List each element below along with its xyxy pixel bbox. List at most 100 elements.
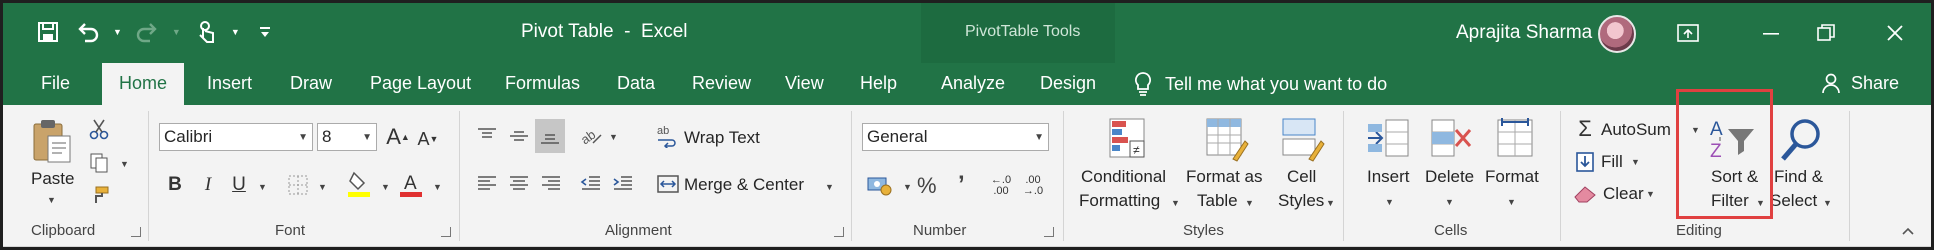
tab-design[interactable]: Design [1040,73,1096,94]
orientation-dropdown-icon[interactable]: ▼ [609,132,618,142]
wrap-text-icon[interactable]: ab [655,121,681,151]
borders-icon[interactable] [286,173,310,197]
clear-label[interactable]: Clear [1603,184,1644,204]
top-align-icon[interactable] [473,121,501,151]
fill-dropdown-icon[interactable]: ▼ [1631,157,1640,167]
conditional-formatting-label-1[interactable]: Conditional [1081,167,1166,187]
bottom-align-icon[interactable] [535,119,565,153]
font-launcher-icon[interactable] [441,227,451,237]
tab-page-layout[interactable]: Page Layout [370,73,471,94]
paste-dropdown-icon[interactable]: ▼ [47,195,56,205]
merge-center-icon[interactable] [655,169,681,199]
minimize-icon[interactable] [1751,17,1791,49]
font-name-box[interactable]: Calibri ▼ [159,123,313,151]
conditional-formatting-dropdown-icon[interactable]: ▼ [1171,198,1180,208]
copy-dropdown-icon[interactable]: ▼ [120,159,129,169]
italic-icon[interactable]: I [196,171,220,199]
copy-icon[interactable] [87,151,111,175]
align-center-icon[interactable] [505,169,533,199]
format-cells-label[interactable]: Format [1485,167,1539,187]
tab-view[interactable]: View [785,73,824,94]
format-as-table-label-1[interactable]: Format as [1186,167,1263,187]
increase-font-size-icon[interactable]: A ▲ [385,123,411,151]
delete-cells-label[interactable]: Delete [1425,167,1474,187]
cell-styles-label-1[interactable]: Cell [1287,167,1316,187]
font-size-dropdown-icon[interactable]: ▼ [362,132,372,143]
increase-indent-icon[interactable] [609,169,637,199]
undo-icon[interactable] [73,17,103,47]
restore-icon[interactable] [1806,17,1846,49]
decrease-decimal-icon[interactable]: .00 →.0 [1020,171,1046,201]
insert-cells-dropdown-icon[interactable]: ▼ [1385,197,1394,207]
insert-cells-label[interactable]: Insert [1367,167,1410,187]
format-as-table-icon[interactable] [1202,113,1250,165]
tab-formulas[interactable]: Formulas [505,73,580,94]
alignment-launcher-icon[interactable] [834,227,844,237]
conditional-formatting-label-2[interactable]: Formatting [1079,191,1160,211]
align-left-icon[interactable] [473,169,501,199]
format-as-table-label-2[interactable]: Table [1197,191,1238,211]
tab-analyze[interactable]: Analyze [941,73,1005,94]
wrap-text-label[interactable]: Wrap Text [684,128,760,148]
increase-decimal-icon[interactable]: ←.0 .00 [988,171,1014,201]
touch-dropdown-icon[interactable]: ▼ [231,27,240,37]
merge-center-label[interactable]: Merge & Center [684,175,804,195]
find-select-label-2[interactable]: Select [1770,191,1817,211]
paste-icon[interactable] [27,115,77,167]
tab-draw[interactable]: Draw [290,73,332,94]
user-name[interactable]: Aprajita Sharma [1456,22,1592,44]
comma-style-icon[interactable]: ’ [958,171,965,199]
cell-styles-icon[interactable] [1278,113,1326,165]
eraser-icon[interactable] [1573,182,1599,206]
find-select-dropdown-icon[interactable]: ▼ [1823,198,1832,208]
tab-data[interactable]: Data [617,73,655,94]
number-format-box[interactable]: General ▼ [862,123,1049,151]
number-launcher-icon[interactable] [1044,227,1054,237]
touch-mode-icon[interactable] [191,17,221,47]
tell-me-box[interactable]: Tell me what you want to do [1133,71,1387,97]
insert-cells-icon[interactable] [1365,113,1413,165]
avatar[interactable] [1598,15,1636,53]
underline-icon[interactable]: U [227,171,251,199]
fill-icon[interactable] [1573,150,1597,174]
collapse-ribbon-icon[interactable] [1898,223,1918,239]
underline-dropdown-icon[interactable]: ▼ [258,182,267,192]
tab-review[interactable]: Review [692,73,751,94]
percent-style-icon[interactable]: % [917,173,937,199]
borders-dropdown-icon[interactable]: ▼ [318,182,327,192]
conditional-formatting-icon[interactable]: ≠ [1104,113,1152,165]
cell-styles-dropdown-icon[interactable]: ▼ [1326,198,1335,208]
orientation-icon[interactable]: ab [577,121,605,151]
middle-align-icon[interactable] [505,121,533,151]
fill-label[interactable]: Fill [1601,152,1623,172]
accounting-format-icon[interactable] [865,171,895,199]
fill-color-dropdown-icon[interactable]: ▼ [381,182,390,192]
share-button[interactable]: Share [1821,72,1899,94]
clear-dropdown-icon[interactable]: ▼ [1646,189,1655,199]
merge-center-dropdown-icon[interactable]: ▼ [825,182,834,192]
format-cells-icon[interactable] [1491,113,1539,165]
decrease-indent-icon[interactable] [577,169,605,199]
autosum-label[interactable]: AutoSum [1601,120,1671,140]
format-cells-dropdown-icon[interactable]: ▼ [1507,197,1516,207]
align-right-icon[interactable] [537,169,565,199]
font-name-dropdown-icon[interactable]: ▼ [298,132,308,143]
tab-insert[interactable]: Insert [207,73,252,94]
font-color-icon[interactable]: A [397,169,425,199]
cell-styles-label-2[interactable]: Styles [1278,191,1324,211]
autosum-icon[interactable]: Σ [1573,116,1597,141]
fill-color-icon[interactable] [345,169,373,199]
paste-label[interactable]: Paste [31,169,74,189]
tab-home[interactable]: Home [102,63,185,105]
clipboard-launcher-icon[interactable] [131,227,141,237]
delete-cells-icon[interactable] [1427,113,1475,165]
bold-icon[interactable]: B [163,171,187,199]
find-select-icon[interactable] [1778,115,1824,163]
tab-help[interactable]: Help [860,73,897,94]
tab-file[interactable]: File [41,73,70,94]
number-format-dropdown-icon[interactable]: ▼ [1034,132,1044,143]
save-icon[interactable] [33,17,63,47]
font-size-box[interactable]: 8 ▼ [317,123,377,151]
format-painter-icon[interactable] [87,183,111,207]
accounting-dropdown-icon[interactable]: ▼ [903,182,912,192]
